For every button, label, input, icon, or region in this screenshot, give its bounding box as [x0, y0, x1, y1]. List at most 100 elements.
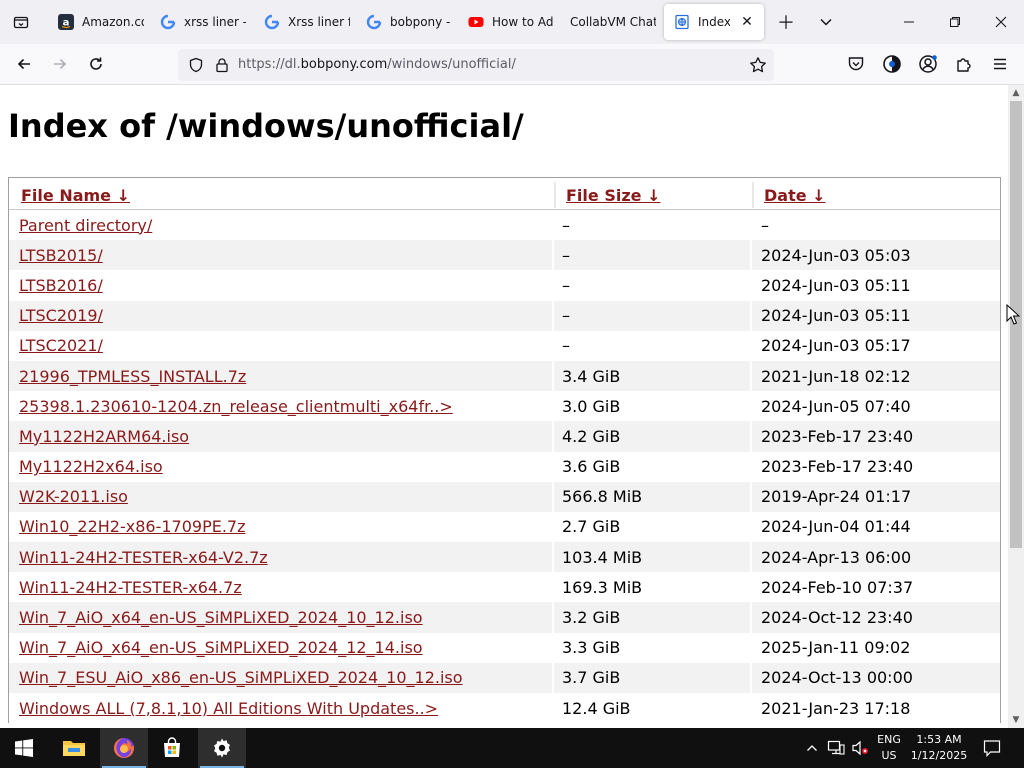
table-row: Win_7_AiO_x64_en-US_SiMPLiXED_2024_12_14… [9, 632, 1000, 663]
tab-xrss-liner-google[interactable]: xrss liner - Google [146, 4, 246, 40]
google-icon [264, 14, 280, 30]
file-link[interactable]: Win11-24H2-TESTER-x64-V2.7z [19, 548, 268, 567]
tab-xrss-liner-for[interactable]: Xrss liner for [250, 4, 350, 40]
notification-chat-icon [983, 740, 1001, 757]
extensions-button[interactable] [948, 48, 980, 80]
column-separator [750, 481, 752, 512]
file-date-cell: 2025-Jan-11 09:02 [761, 638, 911, 658]
file-size-cell: 103.4 MiB [562, 547, 643, 567]
file-link[interactable]: Win_7_AiO_x64_en-US_SiMPLiXED_2024_12_14… [19, 638, 423, 657]
tab-list-button[interactable] [0, 0, 42, 44]
tab-index-of-windows-unofficial[interactable]: Index of /windows/unofficial/ ✕ [664, 4, 764, 40]
network-icon[interactable] [826, 738, 846, 758]
file-link[interactable]: W2K-2011.iso [19, 487, 128, 506]
firefox-taskbar-button[interactable] [100, 728, 148, 768]
column-header-file-size: File Size ↓ [554, 182, 748, 208]
new-tab-button[interactable]: ＋ [770, 6, 802, 38]
file-link[interactable]: LTSB2015/ [19, 246, 103, 265]
column-separator [750, 632, 752, 663]
app-menu-button[interactable] [984, 48, 1016, 80]
minimize-button[interactable] [886, 0, 932, 44]
list-all-tabs-button[interactable] [810, 6, 842, 38]
page-scrollbar[interactable]: ▲ ▼ [1008, 85, 1024, 728]
close-window-button[interactable] [978, 0, 1024, 44]
file-size-cell: – [562, 275, 570, 295]
show-hidden-icons-chevron-up-icon[interactable] [802, 738, 822, 758]
file-link[interactable]: Parent directory/ [19, 216, 152, 235]
tab-bobpony-google[interactable]: bobpony - Google [352, 4, 452, 40]
sort-by-date-link[interactable]: Date ↓ [764, 186, 826, 205]
file-date-cell: 2019-Apr-24 01:17 [761, 487, 912, 507]
table-row: Win_7_AiO_x64_en-US_SiMPLiXED_2024_10_12… [9, 602, 1000, 633]
action-center-button[interactable] [980, 736, 1004, 760]
file-date-cell: 2024-Jun-03 05:11 [761, 275, 911, 295]
column-separator [750, 210, 752, 241]
column-separator [552, 421, 554, 452]
tab-title: How to Add [492, 15, 554, 29]
file-link[interactable]: Win_7_AiO_x64_en-US_SiMPLiXED_2024_10_12… [19, 608, 423, 627]
url-path: /windows/unofficial/ [387, 57, 516, 72]
forward-button[interactable] [44, 48, 76, 80]
scroll-up-arrow-icon[interactable]: ▲ [1008, 85, 1024, 101]
file-date-cell: 2024-Jun-05 07:40 [761, 396, 911, 416]
tab-title: Index of /windows/unofficial/ [698, 15, 730, 29]
file-size-cell: 3.3 GiB [562, 638, 621, 658]
close-tab-icon[interactable]: ✕ [736, 11, 758, 33]
back-button[interactable] [8, 48, 40, 80]
pocket-button[interactable] [840, 48, 872, 80]
volume-muted-icon[interactable] [850, 738, 870, 758]
tab-amazon[interactable]: a Amazon.com [44, 4, 144, 40]
file-link[interactable]: My1122H2ARM64.iso [19, 427, 189, 446]
plus-icon: ＋ [777, 13, 795, 34]
hamburger-menu-icon [994, 58, 1006, 70]
file-size-cell: – [562, 215, 570, 235]
scroll-down-arrow-icon[interactable]: ▼ [1008, 712, 1024, 728]
file-link[interactable]: My1122H2x64.iso [19, 457, 163, 476]
sort-by-name-link[interactable]: File Name ↓ [21, 186, 130, 205]
file-link[interactable]: LTSB2016/ [19, 276, 103, 295]
file-name-cell: Win_7_ESU_AiO_x86_en-US_SiMPLiXED_2024_1… [19, 663, 463, 693]
file-link[interactable]: 25398.1.230610-1204.zn_release_clientmul… [19, 397, 453, 416]
file-explorer-button[interactable] [50, 728, 98, 768]
reload-button[interactable] [80, 48, 112, 80]
lock-icon[interactable] [210, 53, 234, 77]
table-row: LTSB2015/ – 2024-Jun-03 05:03 [9, 240, 1000, 271]
table-body: Parent directory/ – – LTSB2015/ – 2024-Jun-03… [9, 210, 1000, 724]
url-text[interactable]: https://dl.bobpony.com/windows/unofficia… [238, 49, 516, 81]
file-size-cell: 566.8 MiB [562, 487, 643, 507]
table-row: Win10_22H2-x86-1709PE.7z 2.7 GiB 2024-Jun-… [9, 511, 1000, 543]
file-link[interactable]: Win_7_ESU_AiO_x86_en-US_SiMPLiXED_2024_1… [19, 668, 463, 687]
firefox-view-button[interactable] [876, 48, 908, 80]
system-clock[interactable]: 1:53 AM 1/12/2025 [908, 732, 970, 766]
account-button[interactable] [912, 48, 944, 80]
address-bar[interactable]: https://dl.bobpony.com/windows/unofficia… [178, 49, 774, 81]
column-header-file-name: File Name ↓ [11, 182, 550, 208]
file-name-cell: Win_7_AiO_x64_en-US_SiMPLiXED_2024_10_12… [19, 602, 423, 632]
column-separator [750, 602, 752, 633]
tab-youtube[interactable]: How to Add [454, 4, 554, 40]
column-separator [750, 391, 752, 422]
file-name-cell: 25398.1.230610-1204.zn_release_clientmul… [19, 391, 453, 421]
column-separator [552, 542, 554, 573]
file-link[interactable]: Win11-24H2-TESTER-x64.7z [19, 578, 242, 597]
file-link[interactable]: Windows ALL (7,8.1,10) All Editions With… [19, 699, 438, 718]
start-button[interactable] [0, 728, 48, 768]
tracking-protection-shield-icon[interactable] [184, 53, 208, 77]
file-name-cell: Win_7_AiO_x64_en-US_SiMPLiXED_2024_12_14… [19, 633, 423, 663]
windows-taskbar: ENG US 1:53 AM 1/12/2025 [0, 728, 1024, 768]
file-link[interactable]: LTSC2021/ [19, 336, 103, 355]
input-language-indicator[interactable]: ENG US [872, 732, 906, 766]
bookmark-star-icon[interactable] [746, 53, 770, 77]
file-date-cell: 2024-Apr-13 06:00 [761, 547, 912, 567]
file-size-cell: 3.6 GiB [562, 457, 621, 477]
tab-collabvm-chat[interactable]: CollabVM Chat [556, 4, 656, 40]
microsoft-store-button[interactable] [148, 728, 196, 768]
settings-taskbar-button[interactable] [198, 728, 246, 768]
file-listing-table: File Name ↓ File Size ↓ Date ↓ Parent di… [8, 177, 1001, 724]
restore-button[interactable] [932, 0, 978, 44]
file-link[interactable]: 21996_TPMLESS_INSTALL.7z [19, 367, 246, 386]
file-link[interactable]: LTSC2019/ [19, 306, 103, 325]
file-link[interactable]: Win10_22H2-x86-1709PE.7z [19, 517, 246, 536]
navigation-toolbar: https://dl.bobpony.com/windows/unofficia… [0, 44, 1024, 85]
sort-by-size-link[interactable]: File Size ↓ [566, 186, 660, 205]
